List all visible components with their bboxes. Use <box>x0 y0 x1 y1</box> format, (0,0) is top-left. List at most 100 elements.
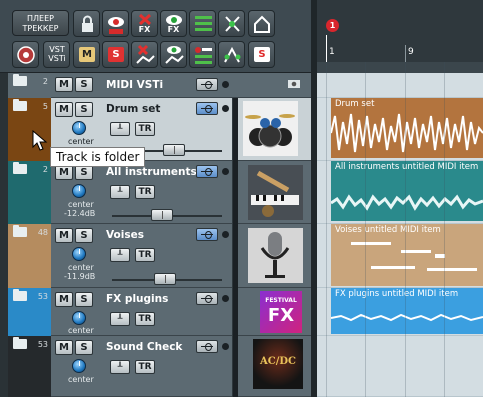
lane-all-instruments[interactable]: All instruments untitled MIDI item <box>317 161 483 224</box>
fx-show-button[interactable]: FX <box>160 10 187 37</box>
tr-button[interactable]: TR <box>135 312 155 326</box>
mute-button[interactable]: M <box>55 165 73 180</box>
fx-button[interactable]: ╨ <box>110 248 130 262</box>
pan-label: center <box>68 375 94 384</box>
record-arm-dot[interactable] <box>222 105 229 112</box>
track-name[interactable]: FX plugins <box>106 293 168 305</box>
volume-slider[interactable] <box>163 144 185 156</box>
clip-label: All instruments untitled MIDI item <box>335 162 479 172</box>
solo-button[interactable]: S <box>75 340 93 355</box>
folder-icon <box>13 289 27 301</box>
level-meter <box>232 224 238 288</box>
solo-button[interactable]: S <box>75 292 93 307</box>
env-show-button[interactable] <box>160 41 187 68</box>
arrange-view[interactable]: 1 1 9 Drum set All instruments untitled … <box>317 0 483 397</box>
record-arm-dot[interactable] <box>222 168 229 175</box>
player-tracker-button[interactable]: ПЛЕЕР ТРЕККЕР <box>12 10 69 36</box>
record-arm-all-button[interactable] <box>102 10 129 37</box>
track-all-instruments[interactable]: 2 M S All instruments center -12.4dB ╨ T… <box>8 161 311 224</box>
fx-button[interactable]: ╨ <box>110 312 130 326</box>
volume-slider[interactable] <box>151 209 173 221</box>
volume-slider[interactable] <box>154 273 176 285</box>
record-arm-dot[interactable] <box>222 81 229 88</box>
lane-drum-set[interactable]: Drum set <box>317 98 483 161</box>
solo-all-button[interactable]: S <box>102 41 129 68</box>
io-button[interactable] <box>196 78 218 91</box>
clip-all-instruments[interactable]: All instruments untitled MIDI item <box>331 161 483 221</box>
mute-button[interactable]: M <box>55 228 73 243</box>
lane-sound-check[interactable] <box>317 336 483 397</box>
track-midi-vsti[interactable]: 2 M S MIDI VSTi <box>8 73 311 98</box>
mixer-button[interactable] <box>189 10 216 37</box>
solo-red-button[interactable]: S <box>248 41 275 68</box>
io-button[interactable] <box>196 165 218 178</box>
lane-midi-vsti[interactable] <box>317 73 483 98</box>
track-name[interactable]: Drum set <box>106 103 160 115</box>
fx-button[interactable]: ╨ <box>110 185 130 199</box>
folder-icon <box>13 99 27 111</box>
track-fx-plugins[interactable]: 53 M S FX plugins center ╨ TR FESTIVAL F… <box>8 288 311 336</box>
tr-button[interactable]: TR <box>135 360 155 374</box>
lock-button[interactable] <box>73 10 100 37</box>
solo-button[interactable]: S <box>75 165 93 180</box>
track-sound-check[interactable]: 53 M S Sound Check center ╨ TR AC/DC <box>8 336 311 397</box>
io-button[interactable] <box>196 292 218 305</box>
mute-button[interactable]: M <box>55 340 73 355</box>
track-name[interactable]: Voises <box>106 229 144 241</box>
drum-kit-thumbnail <box>243 101 298 156</box>
pan-knob[interactable] <box>72 184 86 198</box>
mute-button[interactable]: M <box>55 292 73 307</box>
io-button[interactable] <box>196 228 218 241</box>
track-name[interactable]: MIDI VSTi <box>106 79 163 91</box>
pan-knob[interactable] <box>72 359 86 373</box>
clip-fx-plugins[interactable]: FX plugins untitled MIDI item <box>331 288 483 334</box>
track-number: 53 <box>37 292 48 301</box>
envelope-eye-icon <box>165 46 184 64</box>
env-bypass-button[interactable] <box>131 41 158 68</box>
fx-button[interactable]: ╨ <box>110 122 130 136</box>
io-button[interactable] <box>196 102 218 115</box>
list-icon <box>195 47 212 64</box>
fx-festival-big: FX <box>267 305 295 326</box>
tr-button[interactable]: TR <box>135 248 155 262</box>
marker-1[interactable]: 1 <box>326 19 339 32</box>
lane-voises[interactable]: Voises untitled MIDI item <box>317 224 483 288</box>
mute-all-button[interactable]: M <box>73 41 100 68</box>
track-voises[interactable]: 48 M S Voises center -11.9dB ╨ TR <box>8 224 311 288</box>
mute-button[interactable]: M <box>55 102 73 117</box>
fx-button[interactable]: ╨ <box>110 360 130 374</box>
envelope-button[interactable] <box>248 10 275 37</box>
pan-knob[interactable] <box>72 247 86 261</box>
player-tracker-label-line1: ПЛЕЕР <box>27 14 54 23</box>
io-button[interactable] <box>196 340 218 353</box>
folder-icon <box>13 337 27 349</box>
timeline-ruler[interactable]: 1 1 9 <box>317 0 483 62</box>
clip-drum-set[interactable]: Drum set <box>331 98 483 158</box>
tr-button[interactable]: TR <box>135 185 155 199</box>
vst-button[interactable]: VST VSTi <box>43 41 70 68</box>
solo-button[interactable]: S <box>75 228 93 243</box>
master-record-button[interactable] <box>12 41 39 68</box>
acdc-logo-text: AC/DC <box>259 356 296 367</box>
record-arm-dot[interactable] <box>222 343 229 350</box>
track-name[interactable]: All instruments <box>106 166 197 178</box>
clip-label: FX plugins untitled MIDI item <box>335 289 459 299</box>
pan-label: center <box>68 200 94 209</box>
solo-button[interactable]: S <box>75 77 93 92</box>
record-arm-dot[interactable] <box>222 295 229 302</box>
eye-red-icon <box>108 17 124 34</box>
record-arm-dot[interactable] <box>222 231 229 238</box>
solo-button[interactable]: S <box>75 102 93 117</box>
pan-knob[interactable] <box>72 311 86 325</box>
waveform <box>331 313 483 322</box>
media-explorer-button[interactable] <box>189 41 216 68</box>
tr-button[interactable]: TR <box>135 122 155 136</box>
track-name[interactable]: Sound Check <box>106 341 182 353</box>
clip-voises[interactable]: Voises untitled MIDI item <box>331 224 483 286</box>
fx-bypass-button[interactable]: FX <box>131 10 158 37</box>
lane-fx-plugins[interactable]: FX plugins untitled MIDI item <box>317 288 483 336</box>
routing-button[interactable] <box>218 10 245 37</box>
mute-button[interactable]: M <box>55 77 73 92</box>
auto-route-button[interactable] <box>218 41 245 68</box>
pan-knob[interactable] <box>72 121 86 135</box>
